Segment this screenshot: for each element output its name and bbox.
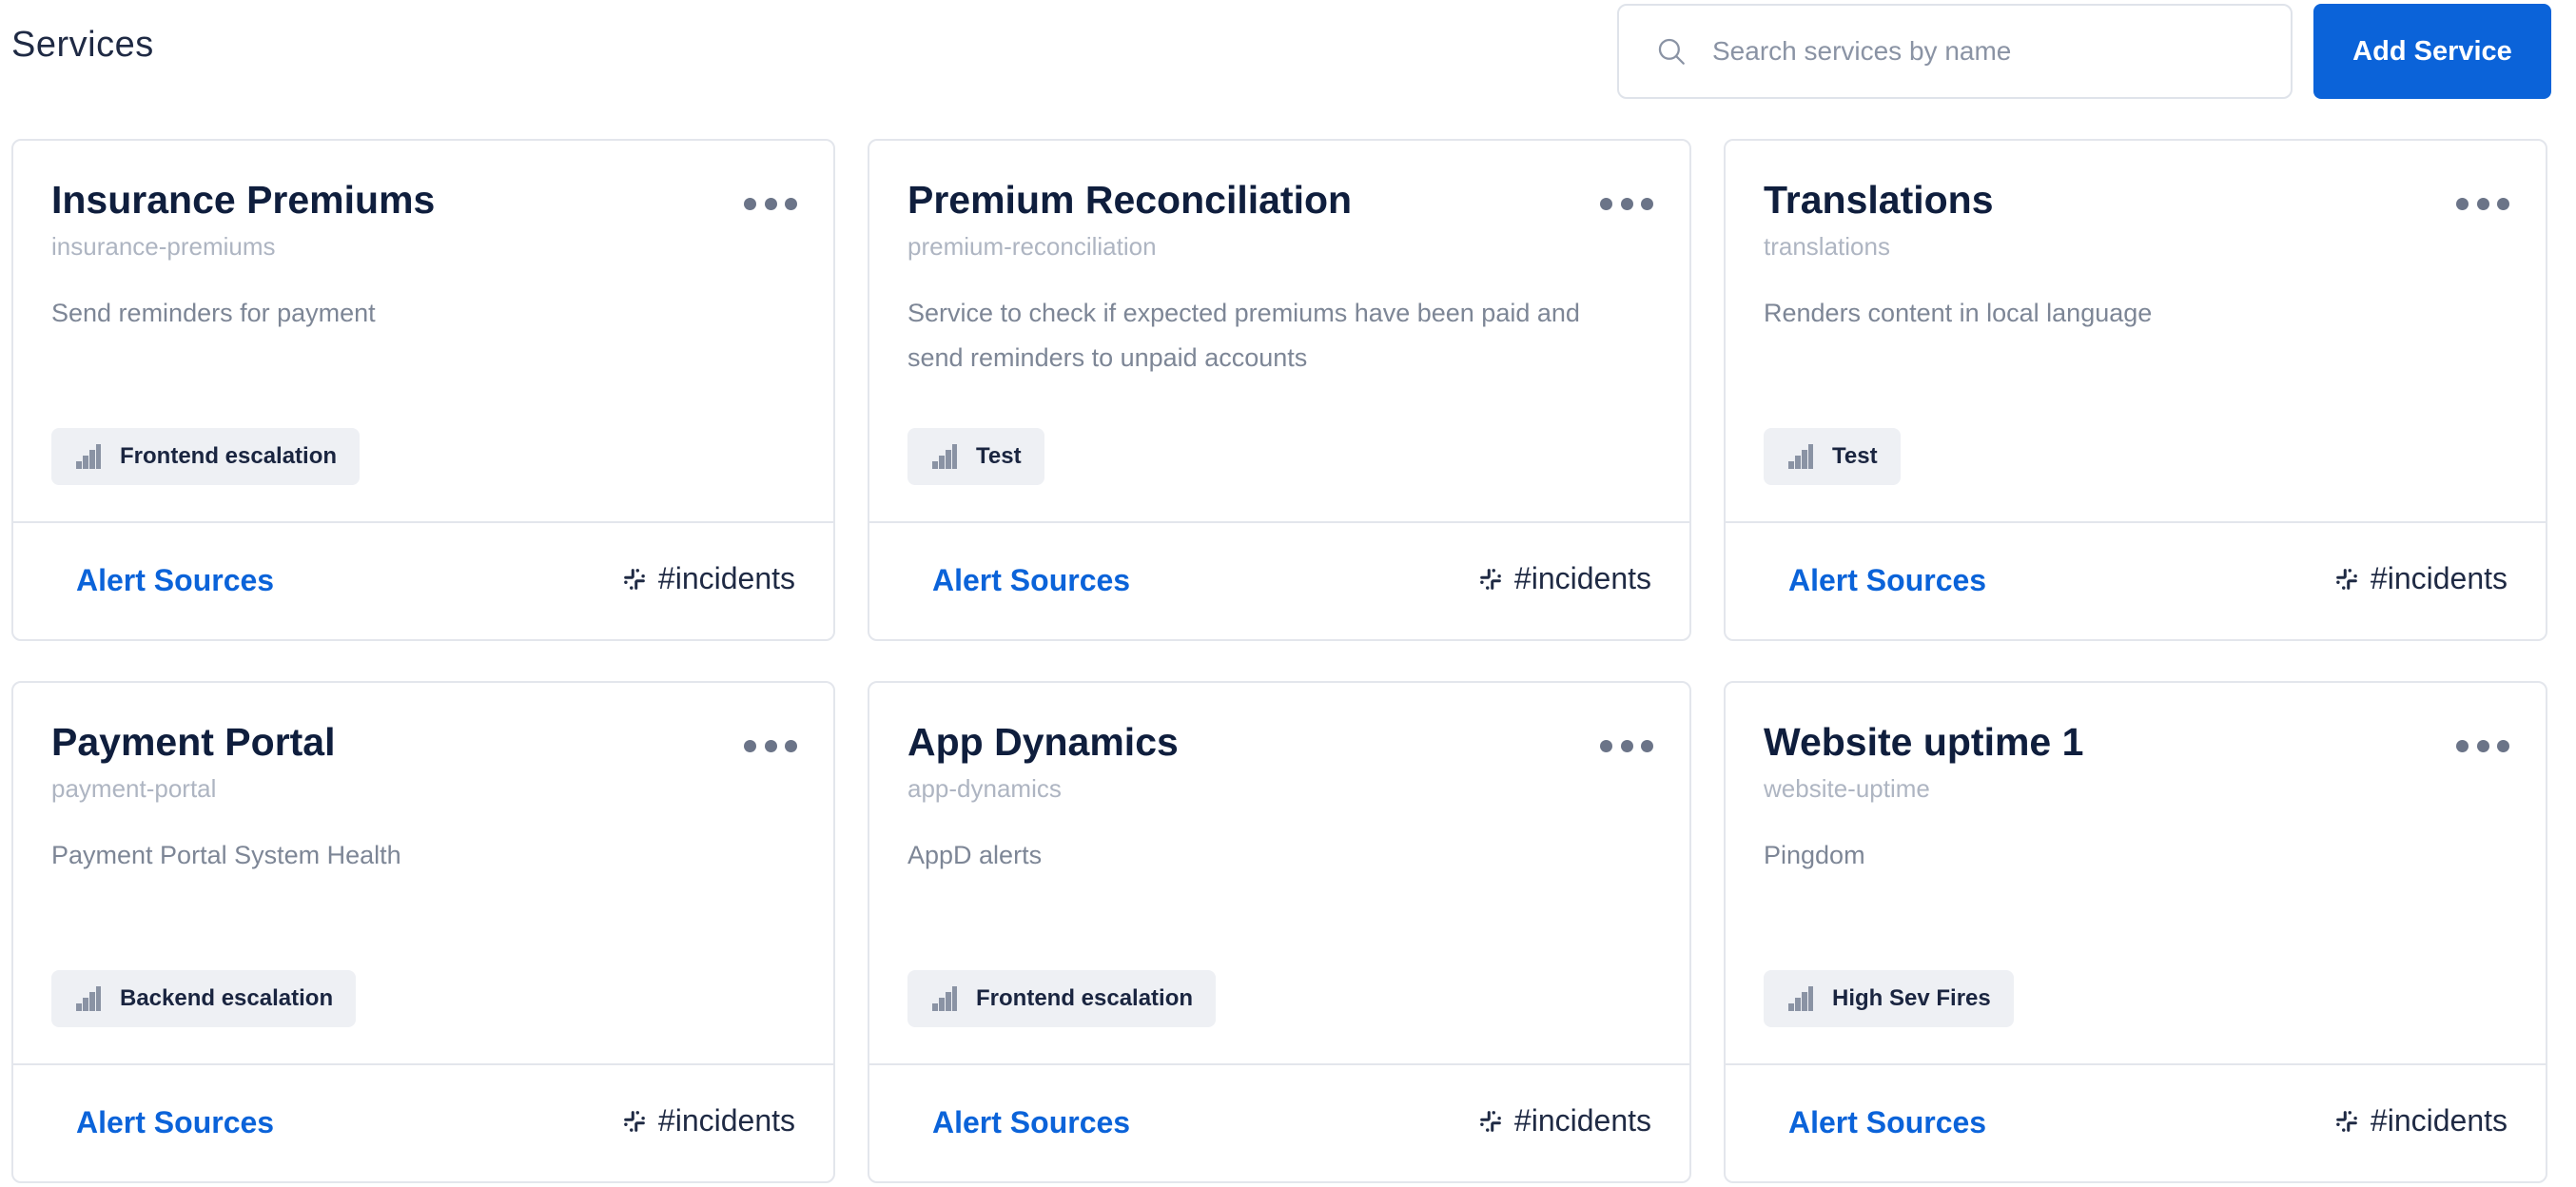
more-options-icon[interactable] [1600,734,1653,757]
service-slug: website-uptime [1764,774,1930,803]
service-card[interactable]: Website uptime 1 website-uptime Pingdom … [1724,681,2547,1183]
slack-icon [1480,1110,1501,1132]
service-slug: payment-portal [51,774,217,803]
service-card[interactable]: Payment Portal payment-portal Payment Po… [11,681,835,1183]
channel-name: #incidents [1513,1103,1651,1138]
slack-channel[interactable]: #incidents [1478,561,1651,596]
escalation-policy-label: High Sev Fires [1832,985,1991,1011]
service-description: Send reminders for payment [51,299,376,327]
escalation-policy-label: Frontend escalation [120,443,338,469]
search-input[interactable] [1710,35,2285,68]
channel-name: #incidents [657,1103,795,1138]
service-description: Service to check if expected premiums ha… [907,299,1580,372]
escalation-policy-tag[interactable]: Backend escalation [51,970,357,1027]
slack-icon [1480,568,1501,590]
slack-channel[interactable]: #incidents [1478,1103,1651,1138]
card-footer: Alert Sources #incidents [1726,523,2546,641]
service-name[interactable]: Insurance Premiums [51,178,435,222]
alert-sources-link[interactable]: Alert Sources [932,1105,1130,1140]
more-options-icon[interactable] [2456,192,2509,215]
slack-channel[interactable]: #incidents [2334,561,2508,596]
escalation-steps-icon [1788,444,1813,469]
card-body: Insurance Premiums insurance-premiums Se… [13,141,833,523]
channel-name: #incidents [2370,561,2508,595]
more-options-icon[interactable] [744,192,797,215]
channel-name: #incidents [2370,1103,2508,1138]
card-footer: Alert Sources #incidents [869,523,1689,641]
alert-sources-link[interactable]: Alert Sources [1788,1105,1986,1140]
service-slug: premium-reconciliation [907,232,1157,261]
service-description: Renders content in local language [1764,299,2153,327]
alert-sources-link[interactable]: Alert Sources [76,563,274,598]
card-footer: Alert Sources #incidents [13,523,833,641]
card-body: App Dynamics app-dynamics AppD alerts Fr… [869,683,1689,1065]
service-name[interactable]: Premium Reconciliation [907,178,1352,222]
page-title: Services [11,25,154,65]
escalation-steps-icon [932,986,957,1011]
escalation-policy-tag[interactable]: Frontend escalation [907,970,1217,1027]
slack-channel[interactable]: #incidents [2334,1103,2508,1138]
escalation-steps-icon [76,986,101,1011]
service-slug: translations [1764,232,1890,261]
escalation-steps-icon [932,444,957,469]
service-description: Payment Portal System Health [51,841,401,869]
card-footer: Alert Sources #incidents [1726,1065,2546,1183]
slack-channel[interactable]: #incidents [622,561,795,596]
card-body: Website uptime 1 website-uptime Pingdom … [1726,683,2546,1065]
escalation-policy-tag[interactable]: Test [1764,428,1901,485]
slack-icon [624,568,645,590]
service-name[interactable]: App Dynamics [907,720,1179,764]
service-name[interactable]: Translations [1764,178,1994,222]
card-footer: Alert Sources #incidents [869,1065,1689,1183]
escalation-steps-icon [76,444,101,469]
service-card[interactable]: Insurance Premiums insurance-premiums Se… [11,139,835,641]
slack-channel[interactable]: #incidents [622,1103,795,1138]
escalation-policy-label: Backend escalation [120,985,334,1011]
search-icon [1658,38,1685,65]
card-body: Payment Portal payment-portal Payment Po… [13,683,833,1065]
service-card[interactable]: Premium Reconciliation premium-reconcili… [868,139,1691,641]
service-card[interactable]: Translations translations Renders conten… [1724,139,2547,641]
channel-name: #incidents [657,561,795,595]
card-body: Translations translations Renders conten… [1726,141,2546,523]
alert-sources-link[interactable]: Alert Sources [1788,563,1986,598]
more-options-icon[interactable] [2456,734,2509,757]
escalation-policy-label: Test [976,443,1022,469]
alert-sources-link[interactable]: Alert Sources [932,563,1130,598]
slack-icon [2336,568,2357,590]
card-body: Premium Reconciliation premium-reconcili… [869,141,1689,523]
more-options-icon[interactable] [744,734,797,757]
service-card[interactable]: App Dynamics app-dynamics AppD alerts Fr… [868,681,1691,1183]
add-service-button[interactable]: Add Service [2313,4,2551,99]
more-options-icon[interactable] [1600,192,1653,215]
escalation-steps-icon [1788,986,1813,1011]
alert-sources-link[interactable]: Alert Sources [76,1105,274,1140]
service-name[interactable]: Website uptime 1 [1764,720,2083,764]
service-name[interactable]: Payment Portal [51,720,336,764]
escalation-policy-tag[interactable]: Test [907,428,1044,485]
escalation-policy-tag[interactable]: Frontend escalation [51,428,361,485]
escalation-policy-label: Frontend escalation [976,985,1194,1011]
card-footer: Alert Sources #incidents [13,1065,833,1183]
slack-icon [2336,1110,2357,1132]
slack-icon [624,1110,645,1132]
escalation-policy-tag[interactable]: High Sev Fires [1764,970,2014,1027]
search-box[interactable] [1617,4,2293,99]
channel-name: #incidents [1513,561,1651,595]
service-description: AppD alerts [907,841,1043,869]
service-slug: app-dynamics [907,774,1062,803]
escalation-policy-label: Test [1832,443,1878,469]
service-description: Pingdom [1764,841,1865,869]
services-grid: Insurance Premiums insurance-premiums Se… [11,139,2547,1183]
service-slug: insurance-premiums [51,232,276,261]
